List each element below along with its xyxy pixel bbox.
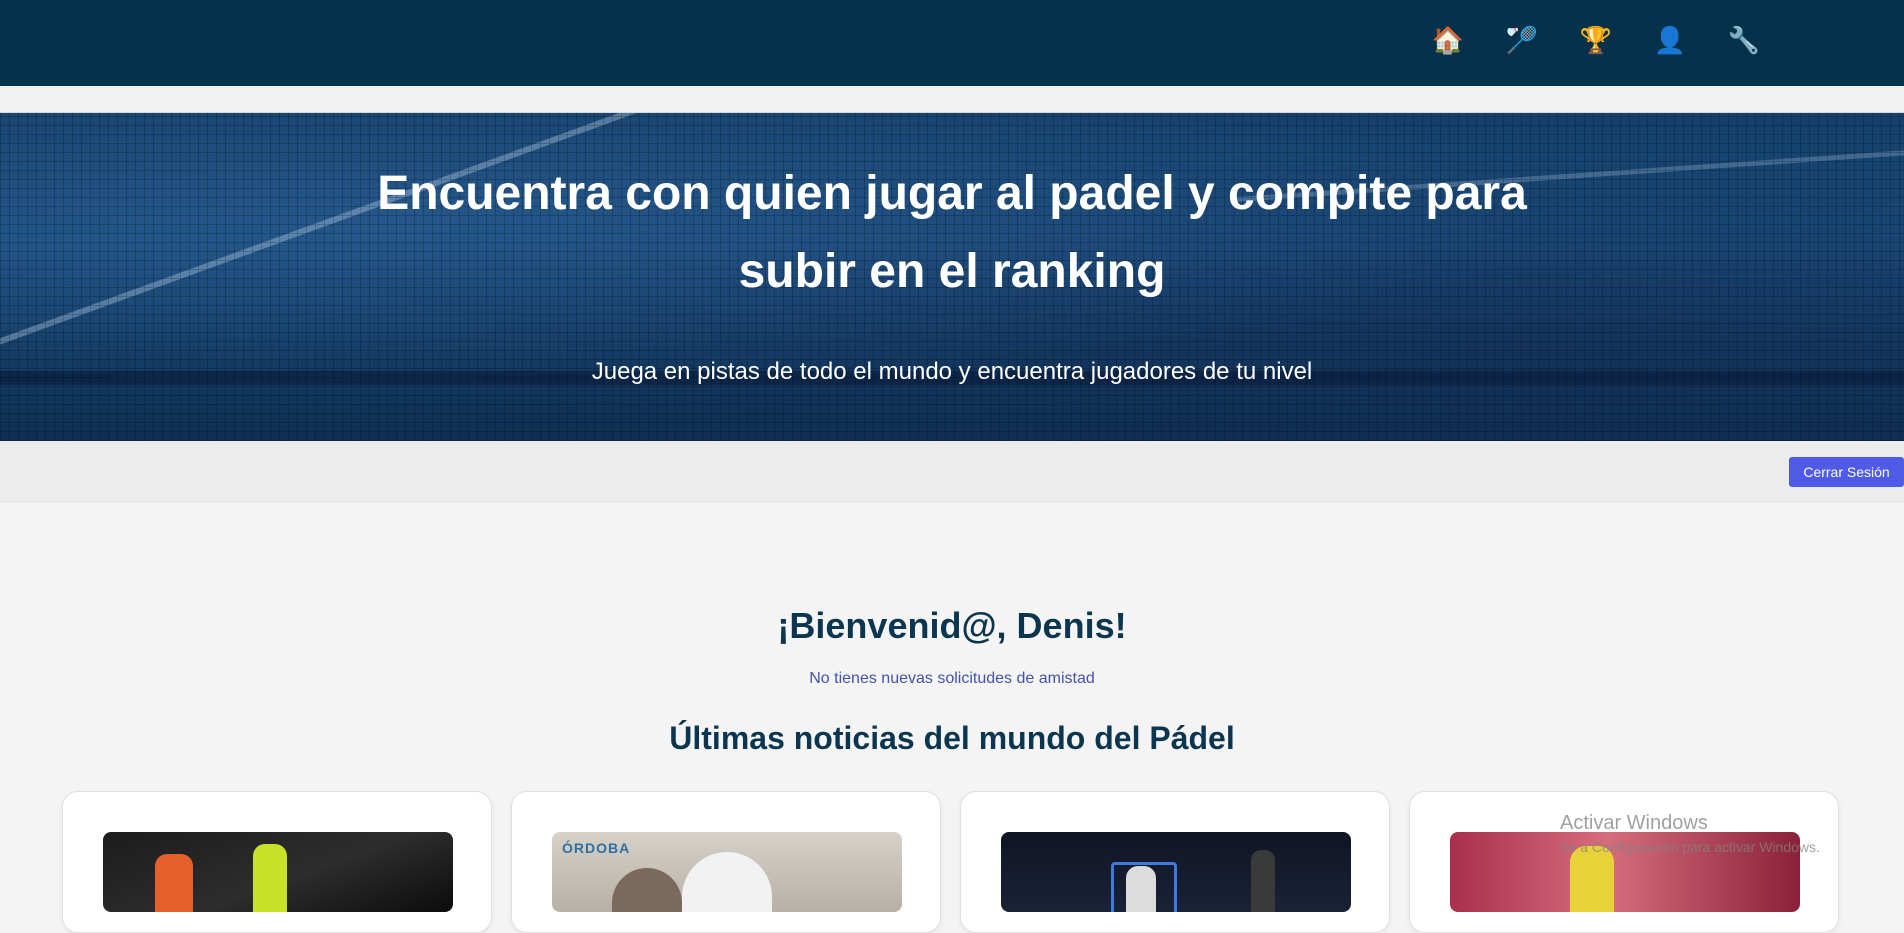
- wrench-icon[interactable]: 🔧: [1726, 22, 1762, 58]
- racket-icon[interactable]: 🏸: [1504, 22, 1540, 58]
- image-sign-text: ÓRDOBA: [562, 840, 631, 856]
- session-bar: Cerrar Sesión: [0, 441, 1904, 503]
- news-image[interactable]: [103, 832, 453, 912]
- news-image[interactable]: ÓRDOBA: [552, 832, 902, 912]
- news-card[interactable]: [960, 791, 1390, 933]
- main-nav: 🏠 🏸 🏆 👤 🔧: [1430, 22, 1762, 58]
- house-icon[interactable]: 🏠: [1430, 22, 1466, 58]
- news-image[interactable]: [1001, 832, 1351, 912]
- player-figure: [612, 868, 682, 912]
- news-image[interactable]: [1450, 832, 1800, 912]
- news-card[interactable]: ÓRDOBA: [511, 791, 941, 933]
- player-figure: [155, 854, 193, 912]
- hero-title: Encuentra con quien jugar al padel y com…: [377, 167, 1527, 298]
- user-icon[interactable]: 👤: [1652, 22, 1688, 58]
- header-divider: [0, 86, 1904, 113]
- news-card[interactable]: [1409, 791, 1839, 933]
- hero-subtitle: Juega en pistas de todo el mundo y encue…: [591, 358, 1313, 385]
- friend-requests-status: No tienes nuevas solicitudes de amistad: [809, 670, 1095, 687]
- trophy-icon[interactable]: 🏆: [1578, 22, 1614, 58]
- player-figure: [253, 844, 287, 912]
- hero-banner: Encuentra con quien jugar al padel y com…: [0, 113, 1904, 441]
- news-section-title: Últimas noticias del mundo del Pádel: [669, 720, 1235, 756]
- welcome-heading: ¡Bienvenid@, Denis!: [777, 605, 1127, 646]
- player-figure: [1570, 846, 1614, 912]
- player-figure: [1126, 866, 1156, 912]
- player-figure: [682, 852, 772, 912]
- player-figure: [1251, 850, 1275, 912]
- news-card[interactable]: [62, 791, 492, 933]
- logout-button[interactable]: Cerrar Sesión: [1789, 457, 1904, 487]
- top-navbar: 🏠 🏸 🏆 👤 🔧: [0, 0, 1904, 86]
